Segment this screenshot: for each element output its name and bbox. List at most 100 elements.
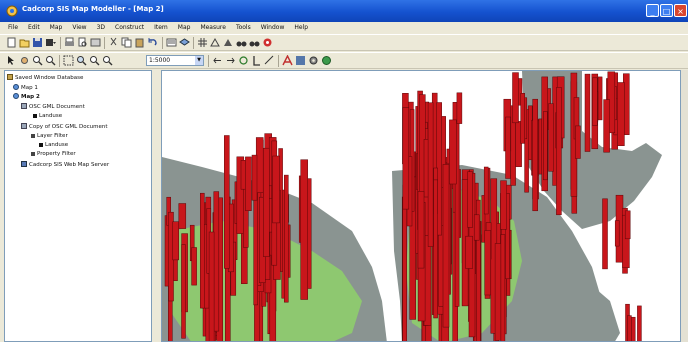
tree-item-layer-filter[interactable]: Layer Filter: [31, 133, 68, 139]
theme-icon[interactable]: [262, 37, 273, 48]
building-extrusion: [191, 247, 197, 286]
measure-icon[interactable]: [264, 55, 275, 66]
chevron-down-icon[interactable]: ▼: [195, 56, 203, 65]
building-extrusion: [427, 102, 434, 247]
panel-splitter[interactable]: [152, 70, 161, 342]
arrow-right-icon[interactable]: [225, 55, 236, 66]
building-extrusion: [467, 171, 473, 228]
toolbar-separator: [59, 55, 60, 67]
zoom-previous-icon[interactable]: [89, 55, 100, 66]
maximize-button[interactable]: □: [660, 4, 673, 17]
arrow-left-icon[interactable]: [212, 55, 223, 66]
building-extrusion: [402, 107, 410, 210]
new-icon[interactable]: [6, 37, 17, 48]
text-icon[interactable]: [282, 55, 293, 66]
tree-item-copy-osc-gml[interactable]: Copy of OSC GML Document: [21, 123, 107, 130]
refresh-icon[interactable]: [238, 55, 249, 66]
building-extrusion: [624, 210, 631, 240]
grid-icon[interactable]: [197, 37, 208, 48]
close-button[interactable]: ×: [674, 4, 687, 17]
building-extrusion: [224, 135, 230, 269]
tree-item-landuse[interactable]: Landuse: [33, 113, 62, 119]
building-extrusion: [178, 203, 187, 229]
menu-construct[interactable]: Construct: [110, 22, 149, 31]
application-window: Cadcorp SIS Map Modeller - [Map 2] _ □ ×…: [0, 0, 688, 342]
bullet-icon: [33, 114, 37, 118]
find-next-icon[interactable]: [249, 37, 260, 48]
building-extrusion: [614, 220, 620, 247]
pan-icon[interactable]: [19, 55, 30, 66]
building-extrusion: [417, 191, 425, 269]
building-extrusion: [483, 166, 489, 215]
toolbar-separator: [278, 55, 279, 67]
menu-view[interactable]: View: [67, 22, 91, 31]
building-extrusion: [592, 77, 598, 126]
building-extrusion: [263, 147, 270, 257]
map-view[interactable]: [161, 70, 681, 342]
menu-item[interactable]: Item: [149, 22, 173, 31]
tree-item-osc-gml[interactable]: OSC GML Document: [21, 103, 85, 110]
binoculars-icon[interactable]: [236, 37, 247, 48]
tree-label: Map 1: [21, 85, 38, 91]
building-extrusion: [505, 116, 511, 179]
cut-icon[interactable]: [108, 37, 119, 48]
toolbar-separator: [60, 37, 61, 49]
print-preview-icon[interactable]: [77, 37, 88, 48]
menu-file[interactable]: File: [0, 22, 23, 31]
building-extrusion: [575, 125, 581, 159]
properties-icon[interactable]: [166, 37, 177, 48]
zoom-extent-icon[interactable]: [76, 55, 87, 66]
building-extrusion: [449, 119, 457, 185]
scale-combo[interactable]: 1:5000 ▼: [146, 55, 204, 66]
tree-item-root[interactable]: Saved Window Database: [7, 74, 83, 81]
tree-item-web-map-server[interactable]: Cadcorp SIS Web Map Server: [21, 161, 109, 168]
menu-tools[interactable]: Tools: [231, 22, 256, 31]
copy-icon[interactable]: [121, 37, 132, 48]
save-icon[interactable]: [32, 37, 43, 48]
paste-icon[interactable]: [134, 37, 145, 48]
globe-icon[interactable]: [321, 55, 332, 66]
minimize-button[interactable]: _: [646, 4, 659, 17]
save-dropdown-icon[interactable]: [45, 37, 56, 48]
undo-icon[interactable]: [147, 37, 158, 48]
workspace-tree: Saved Window Database Map 1 Map 2 OSC GM…: [4, 70, 152, 342]
building-extrusion: [617, 82, 625, 146]
building-extrusion: [597, 76, 603, 121]
tree-item-property-filter[interactable]: Property Filter: [31, 151, 76, 157]
menu-map-2[interactable]: Map: [173, 22, 196, 31]
menu-3d[interactable]: 3D: [92, 22, 110, 31]
app-icon: [6, 5, 18, 17]
layout-icon[interactable]: [90, 37, 101, 48]
layers-icon[interactable]: [179, 37, 190, 48]
select-area-icon[interactable]: [210, 37, 221, 48]
print-icon[interactable]: [64, 37, 75, 48]
standard-toolbar: [0, 34, 688, 51]
menu-help[interactable]: Help: [289, 22, 313, 31]
symbol-icon[interactable]: [295, 55, 306, 66]
map-canvas[interactable]: [162, 71, 681, 342]
building-extrusion: [251, 154, 258, 201]
building-extrusion: [213, 191, 220, 332]
menu-map[interactable]: Map: [45, 22, 68, 31]
zoom-next-icon[interactable]: [102, 55, 113, 66]
menu-window[interactable]: Window: [256, 22, 290, 31]
building-extrusion: [465, 235, 473, 269]
tree-item-map-1[interactable]: Map 1: [13, 84, 38, 91]
menu-measure[interactable]: Measure: [195, 22, 231, 31]
vertical-scrollbar[interactable]: [681, 70, 688, 342]
tree-label: Property Filter: [37, 151, 76, 157]
zoom-out-icon[interactable]: [45, 55, 56, 66]
building-extrusion: [433, 179, 438, 319]
tree-item-map-2[interactable]: Map 2: [13, 93, 40, 100]
menu-edit[interactable]: Edit: [23, 22, 45, 31]
pointer-icon[interactable]: [6, 55, 17, 66]
label-icon[interactable]: [251, 55, 262, 66]
zoom-in-icon[interactable]: [32, 55, 43, 66]
zoom-window-icon[interactable]: [63, 55, 74, 66]
open-icon[interactable]: [19, 37, 30, 48]
building-extrusion: [543, 111, 548, 181]
settings-icon[interactable]: [308, 55, 319, 66]
toolbar-separator: [104, 37, 105, 49]
triangulate-icon[interactable]: [223, 37, 234, 48]
tree-item-landuse-2[interactable]: Landuse: [39, 142, 68, 148]
